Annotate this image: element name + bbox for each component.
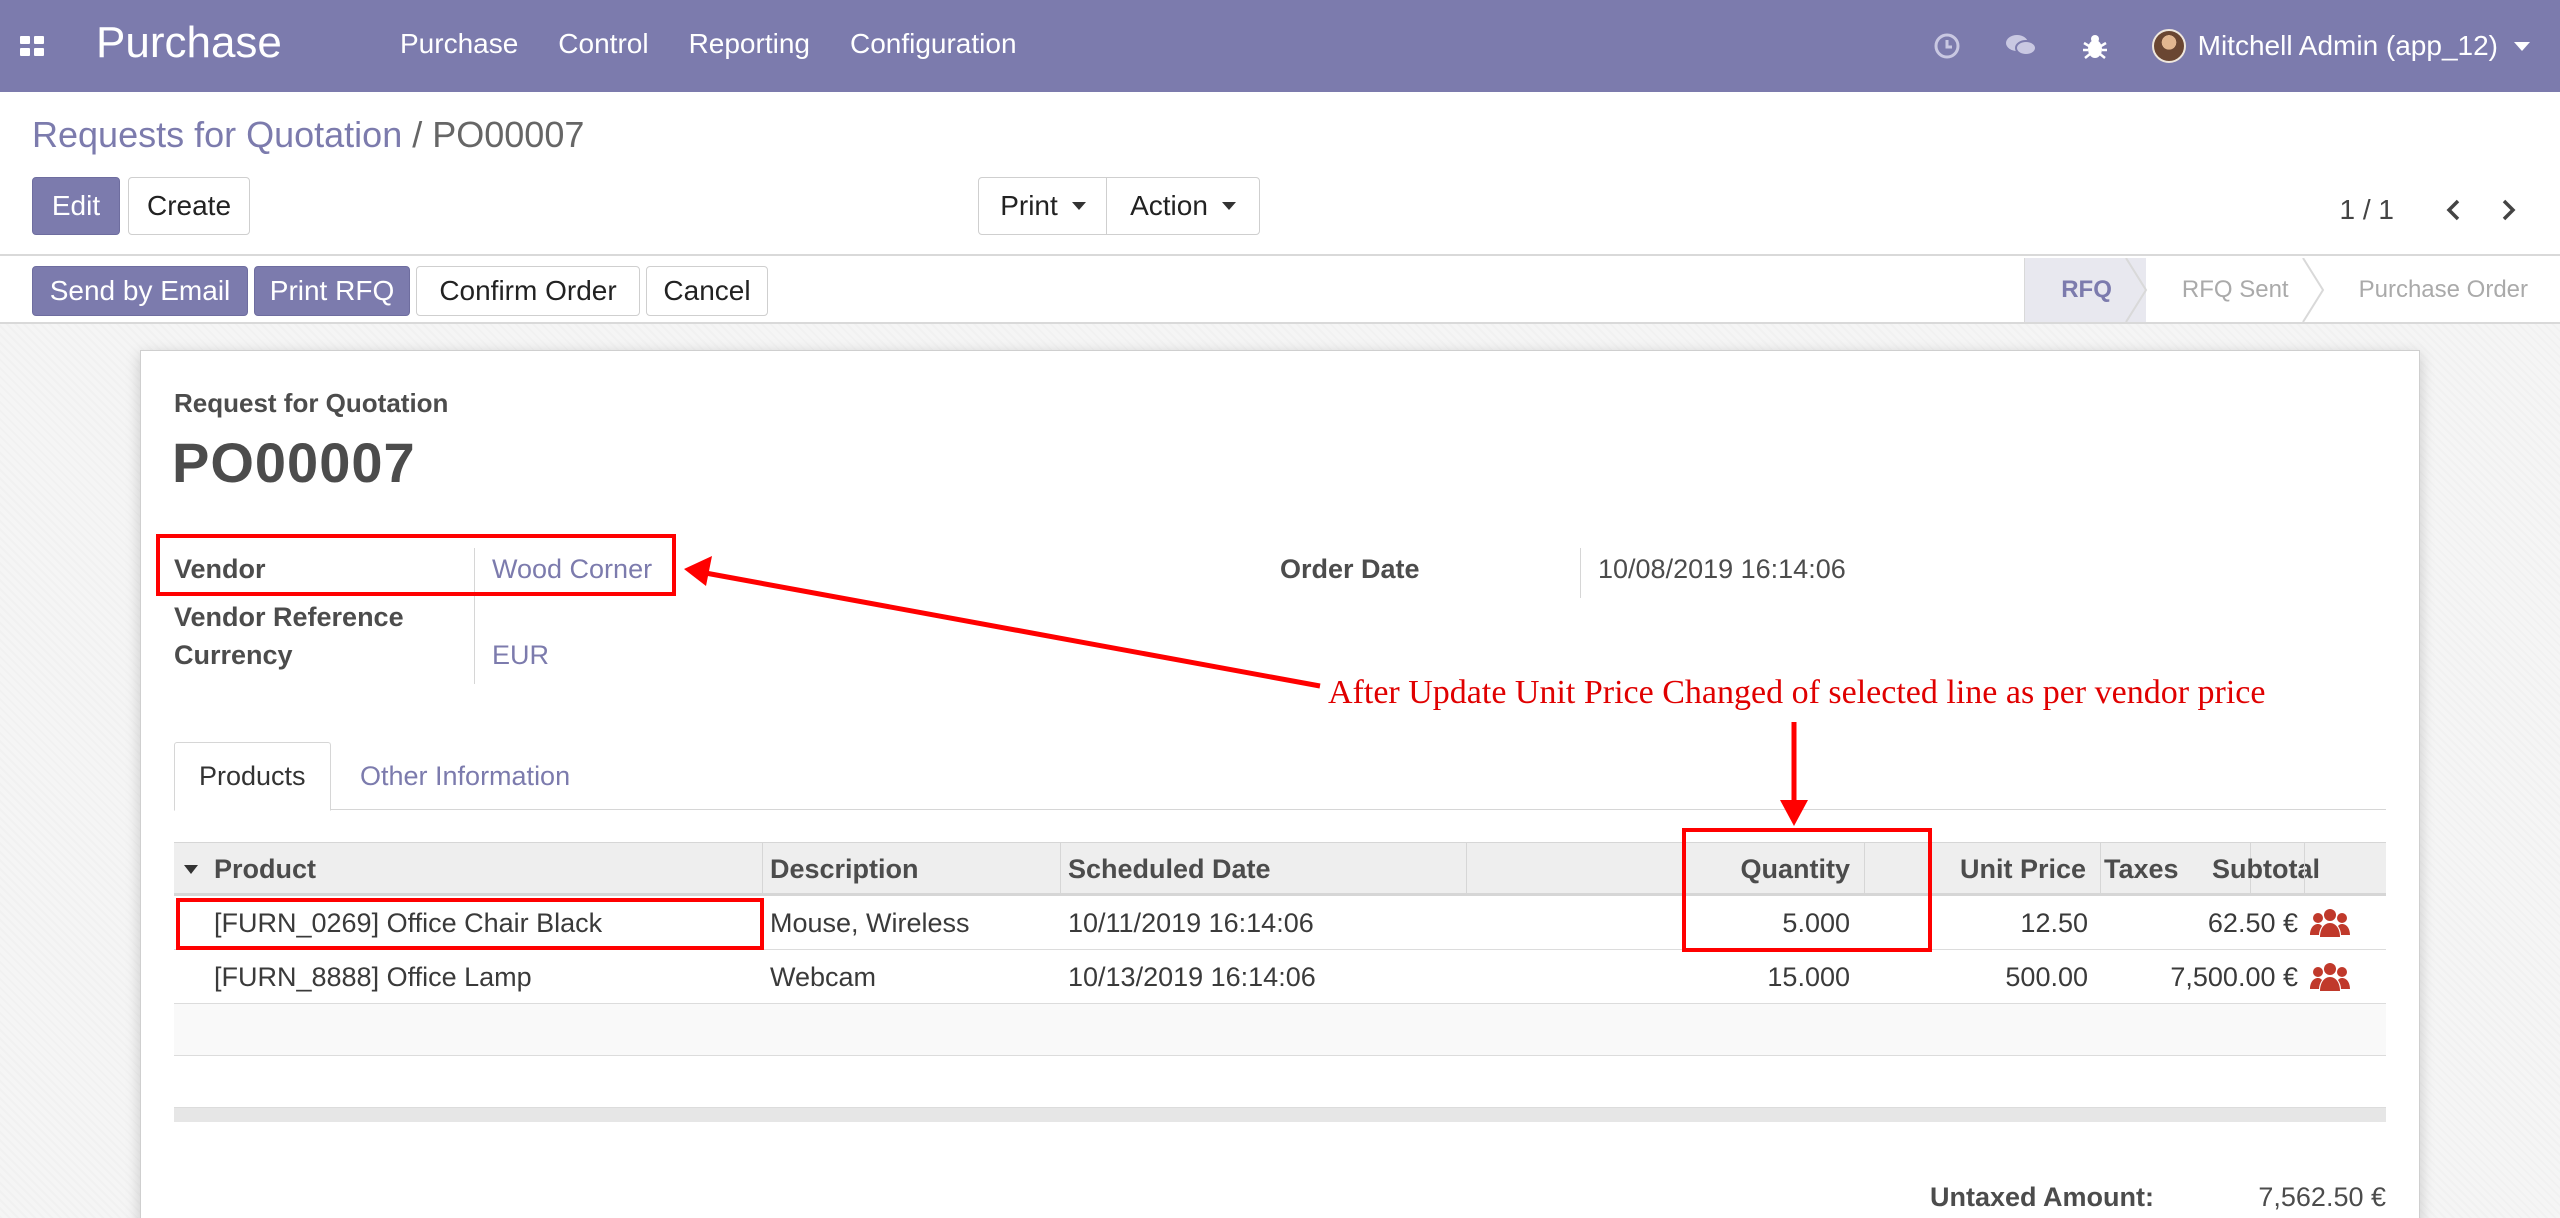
document-subtitle: Request for Quotation: [174, 388, 449, 418]
action-label: Action: [1130, 190, 1208, 221]
stage-rfq: RFQ: [2024, 258, 2148, 322]
stage-purchase-order[interactable]: Purchase Order: [2323, 258, 2560, 322]
column-scheduled-date[interactable]: Scheduled Date: [1068, 843, 1271, 895]
vendor-reference-label: Vendor Reference: [174, 602, 404, 632]
column-description[interactable]: Description: [770, 843, 919, 895]
breadcrumb-separator: /: [412, 114, 423, 155]
create-button[interactable]: Create: [128, 177, 250, 235]
status-bar: Send by Email Print RFQ Confirm Order Ca…: [0, 258, 2560, 324]
cell-quantity[interactable]: 5.000: [1474, 896, 1850, 950]
print-dropdown[interactable]: Print: [978, 177, 1108, 235]
tab-other-information[interactable]: Other Information: [336, 742, 594, 810]
menu-item-purchase[interactable]: Purchase: [400, 28, 518, 60]
cell-unit-price[interactable]: 500.00: [1872, 950, 2088, 1004]
cell-product[interactable]: [FURN_0269] Office Chair Black: [214, 896, 602, 950]
chevron-down-icon: [1071, 202, 1086, 210]
edit-button[interactable]: Edit: [32, 177, 120, 235]
cell-description[interactable]: Webcam: [770, 950, 876, 1004]
untaxed-amount-value: 7,562.50 €: [2258, 1182, 2386, 1212]
stage-label: Purchase Order: [2358, 276, 2528, 303]
main-menu: Purchase Control Reporting Configuration: [400, 28, 1057, 60]
cell-scheduled-date[interactable]: 10/13/2019 16:14:06: [1068, 950, 1316, 1004]
print-label: Print: [1000, 190, 1058, 221]
breadcrumb-current: PO00007: [432, 114, 585, 155]
field-separator: [1580, 548, 1581, 598]
cell-quantity[interactable]: 15.000: [1474, 950, 1850, 1004]
control-panel: Requests for Quotation / PO00007 Edit Crea…: [0, 92, 2560, 256]
app-brand[interactable]: Purchase: [96, 18, 282, 68]
top-navbar: Purchase Purchase Control Reporting Conf…: [0, 0, 2560, 92]
breadcrumb: Requests for Quotation / PO00007: [32, 114, 584, 156]
avatar[interactable]: [2151, 29, 2186, 63]
cell-scheduled-date[interactable]: 10/11/2019 16:14:06: [1068, 896, 1314, 950]
stage-bar: RFQ RFQ Sent Purchase Order: [2024, 258, 2560, 322]
table-row[interactable]: [FURN_0269] Office Chair Black Mouse, Wi…: [174, 896, 2386, 950]
pager: 1 / 1: [2340, 190, 2520, 230]
cell-unit-price[interactable]: 12.50: [1872, 896, 2088, 950]
table-row[interactable]: [FURN_8888] Office Lamp Webcam 10/13/201…: [174, 950, 2386, 1004]
analytic-icon[interactable]: [2310, 961, 2350, 993]
chevron-left-icon[interactable]: [2442, 199, 2464, 221]
notebook-tabs: Products Other Information: [174, 742, 2386, 811]
bug-icon[interactable]: [2078, 29, 2112, 63]
cell-product[interactable]: [FURN_8888] Office Lamp: [214, 950, 532, 1004]
column-subtotal[interactable]: Subtotal: [2114, 843, 2320, 895]
table-footer: [174, 1108, 2386, 1122]
chevron-down-icon: [1221, 202, 1236, 210]
cell-description[interactable]: Mouse, Wireless: [770, 896, 970, 950]
menu-item-configuration[interactable]: Configuration: [850, 28, 1017, 60]
action-dropdown[interactable]: Action: [1106, 177, 1260, 235]
tab-products[interactable]: Products: [174, 742, 331, 811]
table-row-empty: [174, 1004, 2386, 1056]
order-date-field: 10/08/2019 16:14:06: [1598, 554, 1846, 584]
menu-item-reporting[interactable]: Reporting: [689, 28, 810, 60]
cell-subtotal: 7,500.00 €: [2170, 961, 2298, 992]
stage-label: RFQ: [2061, 276, 2112, 303]
currency-field[interactable]: EUR: [492, 640, 549, 671]
chevron-right-icon[interactable]: [2498, 199, 2520, 221]
send-by-email-button[interactable]: Send by Email: [32, 266, 248, 316]
vendor-label: Vendor: [174, 554, 266, 584]
field-separator: [474, 548, 475, 684]
order-date-label: Order Date: [1280, 554, 1420, 584]
vendor-field[interactable]: Wood Corner: [492, 554, 652, 585]
table-row-empty: [174, 1056, 2386, 1108]
stage-rfq-sent[interactable]: RFQ Sent: [2146, 258, 2324, 322]
untaxed-amount-label: Untaxed Amount:: [1930, 1182, 2154, 1212]
chat-icon[interactable]: [2004, 29, 2038, 63]
annotation-text: After Update Unit Price Changed of selec…: [1328, 674, 2266, 711]
systray: Mitchell Admin (app_12): [1930, 22, 2530, 70]
caret-down-icon[interactable]: [184, 865, 198, 874]
column-product[interactable]: Product: [214, 843, 316, 895]
clock-icon[interactable]: [1930, 29, 1964, 63]
table-header: Product Description Scheduled Date Quant…: [174, 842, 2386, 896]
column-quantity[interactable]: Quantity: [1474, 843, 1850, 895]
apps-icon[interactable]: [20, 36, 44, 56]
breadcrumb-parent[interactable]: Requests for Quotation: [32, 114, 402, 155]
confirm-order-button[interactable]: Confirm Order: [416, 266, 640, 316]
cell-subtotal: 62.50 €: [2207, 907, 2298, 938]
column-unit-price[interactable]: Unit Price: [1872, 843, 2086, 895]
analytic-icon[interactable]: [2310, 907, 2350, 939]
pager-value[interactable]: 1 / 1: [2340, 194, 2394, 226]
user-menu[interactable]: Mitchell Admin (app_12): [2198, 30, 2498, 62]
menu-item-control[interactable]: Control: [558, 28, 648, 60]
print-rfq-button[interactable]: Print RFQ: [254, 266, 410, 316]
stage-label: RFQ Sent: [2181, 276, 2289, 303]
chevron-down-icon[interactable]: [2514, 41, 2530, 51]
currency-label: Currency: [174, 640, 293, 670]
cancel-button[interactable]: Cancel: [646, 266, 768, 316]
page-title: PO00007: [172, 431, 416, 494]
